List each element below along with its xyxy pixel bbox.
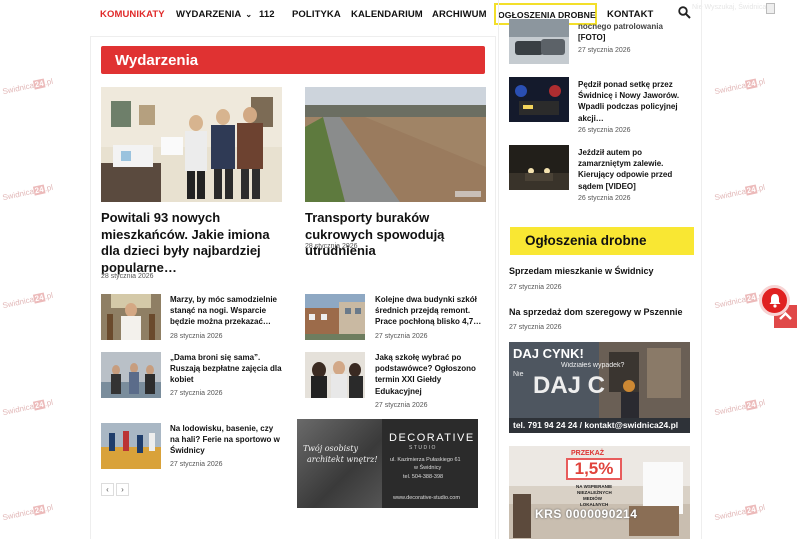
article-thumb[interactable]	[101, 352, 161, 398]
ad-brand: DECORATIVE	[389, 432, 475, 444]
nav-112[interactable]: 112	[259, 9, 275, 20]
ogloszenia-header-title: Ogłoszenia drobne	[525, 233, 647, 248]
sidebar-article-title[interactable]: Jeździł autem po zamarzniętym zalewie. K…	[578, 147, 690, 192]
ad-question: Widziałeś wypadek?	[561, 362, 625, 369]
ad-address: ul. Kazimierza Pułaskiego 61	[390, 457, 461, 463]
section-title: Wydarzenia	[115, 52, 199, 69]
watermark: Swidnica24.pl	[713, 502, 766, 523]
watermark: Swidnica24.pl	[1, 182, 54, 203]
nav-komunikaty[interactable]: KOMUNIKATY	[100, 9, 165, 20]
ad-city: w Świdnicy	[414, 465, 442, 471]
nav-kalendarium[interactable]: KALENDARIUM	[351, 9, 423, 20]
sidebar-article-title[interactable]: Pędził ponad setkę przez Świdnicę i Nowy…	[578, 79, 690, 124]
classified-title[interactable]: Na sprzedaż dom szeregowy w Pszennie	[509, 307, 683, 317]
classified-date: 27 stycznia 2026	[509, 324, 562, 331]
ogloszenia-header[interactable]: Ogłoszenia drobne	[510, 227, 694, 255]
sidebar-thumb[interactable]	[509, 77, 569, 122]
ad-brand-sub: STUDIO	[409, 445, 437, 451]
watermark: Swidnica24.pl	[1, 76, 54, 97]
ad-big-text: DAJ C	[533, 372, 606, 399]
article-thumb[interactable]	[305, 352, 365, 398]
classified-title[interactable]: Sprzedam mieszkanie w Świdnicy	[509, 266, 654, 276]
featured-date-2: 28 stycznia 2026	[305, 243, 358, 250]
krs-percent: 1,5%	[566, 458, 622, 480]
nav-wydarzenia[interactable]: WYDARZENIA ⌄	[176, 9, 252, 20]
krs-sub: NA WSPIERANIE	[576, 484, 613, 489]
article-date: 28 stycznia 2026	[170, 333, 223, 340]
watermark: Swidnica24.pl	[713, 397, 766, 418]
watermark: Swidnica24.pl	[713, 182, 766, 203]
featured-title-1[interactable]: Powitali 93 nowych mieszkańców. Jakie im…	[101, 210, 286, 276]
article-date: 27 stycznia 2026	[170, 461, 223, 468]
watermark: Swidnica24.pl	[1, 502, 54, 523]
article-title[interactable]: „Dama broni się sama”. Ruszają bezpłatne…	[170, 352, 282, 386]
sidebar-article-title[interactable]: nocnego patrolowania [FOTO]	[578, 21, 690, 43]
notification-bell-button[interactable]	[759, 285, 790, 316]
krs-sub: MEDIÓW	[583, 496, 602, 501]
section-header-wydarzenia[interactable]: Wydarzenia	[101, 46, 485, 74]
article-date: 27 stycznia 2026	[375, 333, 428, 340]
chevron-down-icon: ⌄	[245, 10, 253, 19]
sidebar-thumb[interactable]	[509, 145, 569, 190]
bell-icon	[769, 294, 781, 308]
article-thumb[interactable]	[305, 294, 365, 340]
watermark: Swidnica24.pl	[713, 291, 766, 311]
article-date: 27 stycznia 2026	[170, 390, 223, 397]
article-title[interactable]: Kolejne dwa budynki szkół średnich przej…	[375, 294, 487, 328]
krs-label: PRZEKAŻ	[571, 450, 605, 457]
user-icon[interactable]	[766, 3, 775, 14]
featured-title-2[interactable]: Transporty buraków cukrowych spowodują u…	[305, 210, 490, 260]
article-date: 27 stycznia 2026	[375, 402, 428, 409]
daj-cynk-ad[interactable]: DAJ CYNK! Widziałeś wypadek? Nie DAJ C t…	[509, 342, 690, 433]
classified-date: 27 stycznia 2026	[509, 284, 562, 291]
sidebar-thumb[interactable]	[509, 19, 569, 64]
nav-archiwum[interactable]: ARCHIWUM	[432, 9, 487, 20]
krs-number: KRS 0000090214	[535, 507, 638, 521]
article-title[interactable]: Marzy, by móc samodzielnie stanąć na nog…	[170, 294, 282, 328]
article-title[interactable]: Jaką szkołę wybrać po podstawówce? Ogłos…	[375, 352, 487, 397]
watermark: Swidnica24.pl	[713, 76, 766, 97]
ad-slogan: Twój osobisty architekt wnętrz!	[303, 444, 378, 464]
ad-website: www.decorative-studio.com	[393, 495, 460, 501]
ad-question-2: Nie	[513, 371, 524, 378]
article-thumb[interactable]	[101, 294, 161, 340]
sidebar-article-date: 27 stycznia 2026	[578, 47, 631, 54]
krs-sub: NIEZALEŻNYCH	[577, 490, 612, 495]
decorative-studio-ad[interactable]: Twój osobisty architekt wnętrz! DECORATI…	[297, 419, 478, 508]
featured-image-2[interactable]	[305, 87, 486, 202]
prev-page-button[interactable]: ‹	[101, 483, 114, 496]
nav-wydarzenia-label: WYDARZENIA	[176, 9, 242, 20]
watermark: Swidnica24.pl	[1, 397, 54, 418]
watermark: Swidnica24.pl	[1, 290, 54, 311]
sidebar-article-date: 26 stycznia 2026	[578, 195, 631, 202]
ad-headline: DAJ CYNK!	[513, 346, 584, 361]
article-thumb[interactable]	[101, 423, 161, 469]
sidebar-article-date: 26 stycznia 2026	[578, 127, 631, 134]
krs-ad[interactable]: PRZEKAŻ 1,5% NA WSPIERANIE NIEZALEŻNYCH …	[509, 446, 690, 539]
ghost-search-text: Nie Wyszukaj, Świdnica	[692, 4, 767, 11]
article-title[interactable]: Na lodowisku, basenie, czy na hali? Feri…	[170, 423, 282, 457]
featured-image-1[interactable]	[101, 87, 282, 202]
nav-polityka[interactable]: POLITYKA	[292, 9, 341, 20]
ad-contact: tel. 791 94 24 24 / kontakt@swidnica24.p…	[513, 420, 679, 430]
next-page-button[interactable]: ›	[116, 483, 129, 496]
ad-phone: tel. 504-388-398	[403, 474, 444, 480]
featured-date-1: 28 stycznia 2026	[101, 273, 154, 280]
